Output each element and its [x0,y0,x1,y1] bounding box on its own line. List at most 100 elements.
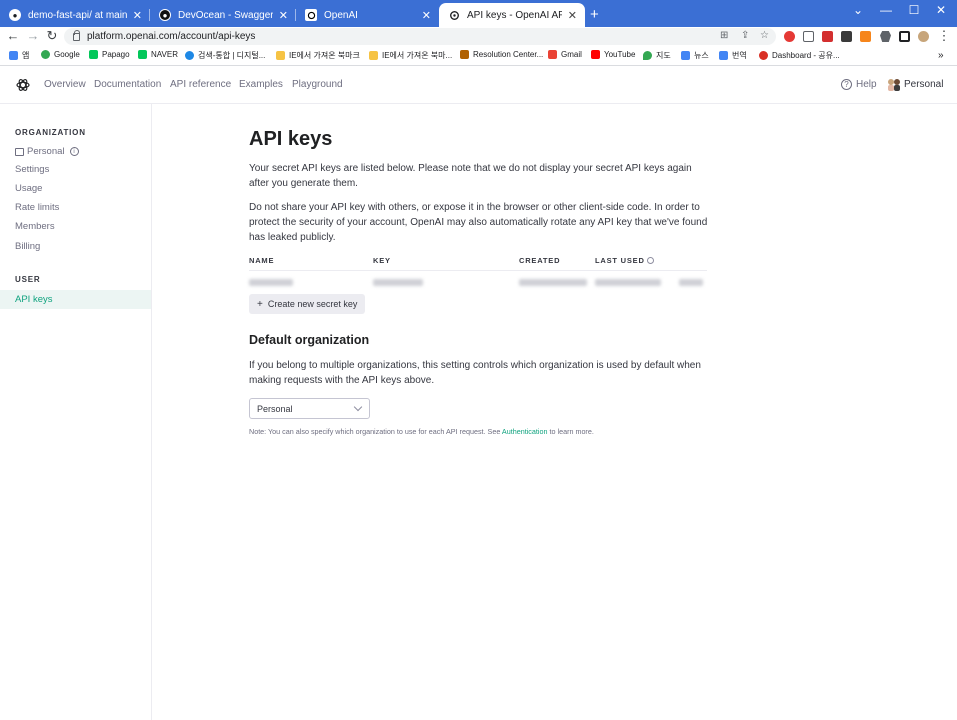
bookmark-naver[interactable]: NAVER [138,50,178,59]
amazon-icon [460,50,469,59]
close-icon[interactable]: ✕ [279,9,288,22]
bookmark-ie-folder-2[interactable]: IE에서 가져온 북마... [369,50,452,61]
bookmarks-overflow-icon[interactable]: » [938,50,944,61]
pdf-extension-icon[interactable] [822,31,833,42]
bookmark-google[interactable]: Google [41,50,80,59]
help-link[interactable]: ? Help [841,79,877,90]
forward-icon[interactable]: → [25,28,41,43]
redacted-key-name [249,279,293,286]
profile-avatar[interactable] [918,31,929,42]
bookmark-search[interactable]: 검색-통합 | 디지털... [185,50,265,61]
bookmark-label: Papago [102,50,130,59]
sidebar-item-api-keys[interactable]: API keys [0,290,151,309]
bookmark-apps[interactable]: 앱 [9,50,29,61]
tab-github[interactable]: ● demo-fast-api/ at main · BTSQL ✕ [0,3,150,27]
nav-playground[interactable]: Playground [292,79,343,90]
bookmark-label: 번역 [732,51,747,60]
default-org-select[interactable]: Personal [249,398,370,419]
github-icon: ● [9,9,21,21]
back-icon[interactable]: ← [5,28,21,43]
puzzle-extensions-icon[interactable] [880,31,891,42]
user-heading: USER [15,275,41,284]
nav-api-reference[interactable]: API reference [170,79,231,90]
bookmark-papago[interactable]: Papago [89,50,130,59]
bookmark-resolution[interactable]: Resolution Center... [460,50,543,59]
bookmark-dashboard[interactable]: Dashboard - 공유... [759,50,840,61]
apps-grid-icon [9,51,18,60]
bookmark-label: 검색-통합 | 디지털... [198,51,266,60]
close-icon[interactable]: ✕ [422,9,431,22]
bookmark-star-icon[interactable]: ☆ [760,30,769,41]
sidepanel-icon[interactable] [899,31,910,42]
lock-icon [73,29,80,41]
folder-icon [369,51,378,60]
folder-icon [276,51,285,60]
sidebar-item-members[interactable]: Members [15,221,55,232]
sidebar-item-rate-limits[interactable]: Rate limits [15,202,59,213]
create-secret-key-button[interactable]: + Create new secret key [249,294,366,314]
openai-logo-icon[interactable] [15,77,31,93]
column-header-key: KEY [373,256,391,265]
authentication-link[interactable]: Authentication [502,427,548,436]
share-icon[interactable]: ⇪ [741,30,749,41]
adblock-extension-icon[interactable] [784,31,795,42]
nav-documentation[interactable]: Documentation [94,79,161,90]
tab-title: demo-fast-api/ at main · BTSQL [28,9,127,21]
bookmark-gmail[interactable]: Gmail [548,50,582,59]
maximize-icon[interactable]: ☐ [899,3,929,17]
close-icon[interactable]: ✕ [568,9,577,22]
note-text: Note: You can also specify which organiz… [249,427,502,436]
org-switcher[interactable]: Personal i [15,146,79,157]
minimize-icon[interactable]: — [871,3,901,17]
close-icon[interactable]: ✕ [133,9,142,22]
devocean-icon: ● [159,9,171,21]
tab-title: API keys - OpenAI API [467,9,562,21]
table-divider [249,270,707,271]
metamask-extension-icon[interactable] [860,31,871,42]
sidebar-item-settings[interactable]: Settings [15,164,49,175]
tab-title: OpenAI [324,9,358,21]
redacted-key-value [373,279,423,286]
intro-text: Your secret API keys are listed below. P… [249,163,692,189]
tab-title: DevOcean - Swagger UI [178,9,273,21]
new-tab-button[interactable]: + [590,6,599,23]
tab-search-icon[interactable]: ⌄ [843,3,873,17]
camera-extension-icon[interactable] [803,31,814,42]
bookmark-label: Google [54,50,80,59]
info-icon[interactable]: i [69,147,79,156]
nav-overview[interactable]: Overview [44,79,86,90]
tab-api-keys[interactable]: API keys - OpenAI API ✕ [439,3,585,27]
default-org-description: If you belong to multiple organizations,… [249,360,701,386]
bookmarks-bar: 앱 Google Papago NAVER 검색-통합 | 디지털... IE에… [0,47,957,66]
news-icon [681,51,690,60]
tab-devocean[interactable]: ● DevOcean - Swagger UI ✕ [150,3,296,27]
create-button-label: Create new secret key [267,299,358,309]
address-bar[interactable]: platform.openai.com/account/api-keys [64,28,776,45]
organization-heading: ORGANIZATION [15,128,86,137]
bookmark-label: IE에서 가져온 북마크 [289,51,360,60]
openai-icon [305,9,317,21]
bookmark-youtube[interactable]: YouTube [591,50,635,59]
extension-icon[interactable] [841,31,852,42]
bookmark-maps[interactable]: 지도 [643,50,671,61]
account-menu[interactable]: Personal [886,78,943,91]
redacted-row-actions[interactable] [679,279,703,286]
reload-icon[interactable]: ↻ [44,28,60,44]
bookmark-translate[interactable]: 번역 [719,50,747,61]
bookmark-news[interactable]: 뉴스 [681,50,709,61]
chrome-menu-icon[interactable]: ⋮ [936,28,952,44]
window-close-icon[interactable]: ✕ [926,3,956,17]
tab-openai[interactable]: OpenAI ✕ [296,3,439,27]
site-header: Overview Documentation API reference Exa… [0,67,957,104]
info-icon[interactable] [646,257,654,264]
sidebar-item-usage[interactable]: Usage [15,183,42,194]
bookmark-ie-folder[interactable]: IE에서 가져온 북마크 [276,50,360,61]
bookmark-label: 앱 [22,51,30,60]
bookmark-label: Gmail [561,50,582,59]
nav-examples[interactable]: Examples [239,79,283,90]
help-icon: ? [841,79,852,90]
column-header-created: CREATED [519,256,561,265]
sidebar-item-billing[interactable]: Billing [15,241,40,252]
url-text: platform.openai.com/account/api-keys [87,31,256,42]
translate-icon[interactable]: ⊞ [720,30,728,41]
